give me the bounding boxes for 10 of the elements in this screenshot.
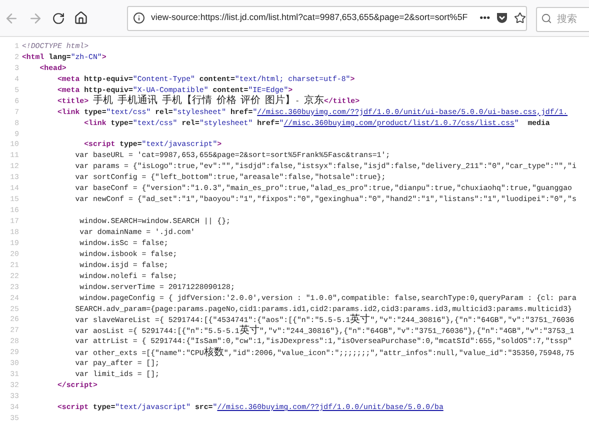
address-bar[interactable]: view-source:https://list.jd.com/list.html?cat=9987,653,655&page=2&sort=sort%5F ••• [127, 6, 527, 30]
shield-icon[interactable] [496, 12, 508, 24]
page-actions-button[interactable]: ••• [480, 10, 490, 26]
info-icon[interactable] [133, 12, 145, 24]
bookmark-star-icon[interactable] [514, 12, 526, 24]
search-icon [541, 12, 552, 24]
reload-icon[interactable] [52, 12, 65, 24]
url-text: view-source:https://list.jd.com/list.html?cat=9987,653,655&page=2&sort=sort%5F [151, 11, 468, 24]
search-field[interactable]: 搜索 [536, 6, 589, 32]
home-icon[interactable] [74, 11, 88, 25]
